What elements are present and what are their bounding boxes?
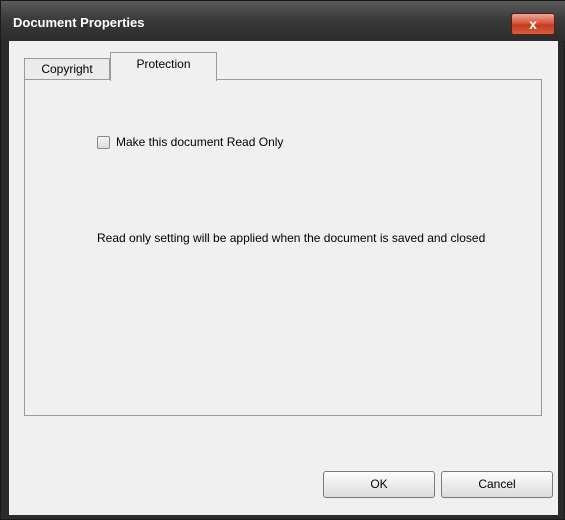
tab-protection[interactable]: Protection	[110, 52, 217, 81]
dialog-body: Copyright Protection Make this document …	[9, 41, 558, 515]
tab-copyright[interactable]: Copyright	[24, 58, 110, 80]
protection-panel: Make this document Read Only Read only s…	[24, 79, 542, 416]
read-only-option[interactable]: Make this document Read Only	[97, 133, 283, 151]
read-only-label[interactable]: Make this document Read Only	[116, 135, 283, 149]
ok-button[interactable]: OK	[323, 471, 435, 498]
cancel-button[interactable]: Cancel	[441, 471, 553, 498]
read-only-info-text: Read only setting will be applied when t…	[97, 231, 486, 245]
close-button[interactable]: x	[511, 13, 555, 35]
window-title: Document Properties	[13, 15, 145, 30]
tab-strip: Copyright Protection	[24, 52, 544, 81]
close-icon: x	[529, 16, 537, 32]
title-bar[interactable]: Document Properties x	[1, 1, 565, 41]
document-properties-dialog: Document Properties x Copyright Protecti…	[0, 0, 565, 520]
read-only-checkbox[interactable]	[97, 135, 110, 149]
